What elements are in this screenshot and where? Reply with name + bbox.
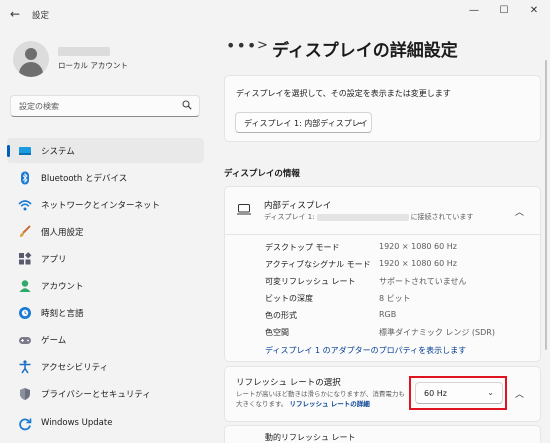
refresh-rate-description: レートが高いほど動きは滑らかになりますが、消費電力も大きくなります。 リフレッシ… <box>236 389 406 409</box>
sidebar-item-network[interactable]: ネットワークとインターネット <box>7 192 204 217</box>
property-value: 標準ダイナミック レンジ (SDR) <box>379 328 495 337</box>
display-info-heading: ディスプレイの情報 <box>224 169 300 179</box>
property-key: 可変リフレッシュ レート <box>265 277 356 286</box>
select-display-card: ディスプレイを選択して、その設定を表示または変更します ディスプレイ 1: 内部… <box>224 75 541 142</box>
sidebar-item-bluetooth[interactable]: Bluetooth とデバイス <box>7 165 204 190</box>
page-title: ディスプレイの詳細設定 <box>272 41 458 61</box>
search-input[interactable]: 設定の検索 <box>19 101 59 112</box>
sidebar-item-accounts[interactable]: アカウント <box>7 273 204 298</box>
avatar[interactable] <box>13 41 49 77</box>
sidebar-item-gaming[interactable]: ゲーム <box>7 327 204 352</box>
property-value: 1920 × 1080 60 Hz <box>379 259 457 268</box>
sidebar-item-personalization[interactable]: 個人用設定 <box>7 219 204 244</box>
property-key: ビットの深度 <box>265 294 313 303</box>
property-value: 1920 × 1080 60 Hz <box>379 242 457 251</box>
monitor-icon <box>237 204 251 215</box>
display-select-dropdown[interactable]: ディスプレイ 1: 内部ディスプレイ ⌄ <box>235 112 372 133</box>
sidebar-item-label: アプリ <box>41 255 67 265</box>
display-select-value: ディスプレイ 1: 内部ディスプレイ <box>244 119 368 128</box>
bluetooth-icon <box>21 171 29 185</box>
adapter-properties-link[interactable]: ディスプレイ 1 のアダプターのプロパティを表示します <box>265 345 466 356</box>
globe-icon <box>19 307 31 319</box>
wifi-icon <box>18 200 32 211</box>
sidebar-item-label: Windows Update <box>41 418 113 428</box>
maximize-button[interactable]: ☐ <box>494 4 514 18</box>
property-row: アクティブなシグナル モード 1920 × 1080 60 Hz <box>265 259 535 273</box>
sidebar-item-label: ゲーム <box>41 336 67 346</box>
sidebar-item-accessibility[interactable]: アクセシビリティ <box>7 354 204 379</box>
title-bar: ← 設定 — ☐ ✕ <box>0 0 550 30</box>
active-indicator <box>7 145 10 157</box>
connection-suffix: に接続されています <box>410 213 474 221</box>
sidebar-item-label: Bluetooth とデバイス <box>41 174 128 184</box>
shield-icon <box>20 388 30 400</box>
brush-icon <box>20 225 31 237</box>
adapter-name-redacted <box>316 213 409 221</box>
minimize-button[interactable]: — <box>464 4 484 18</box>
dynamic-refresh-card: 動的リフレッシュ レート <box>224 425 541 443</box>
chevron-up-icon[interactable]: ︿ <box>515 387 524 400</box>
user-name-redacted <box>58 47 110 56</box>
display-name: 内部ディスプレイ <box>264 201 332 211</box>
connection-prefix: ディスプレイ 1: <box>264 213 315 221</box>
account-type: ローカル アカウント <box>58 61 128 70</box>
sidebar-item-windows-update[interactable]: Windows Update <box>7 411 204 436</box>
system-icon <box>19 147 31 155</box>
property-key: 色空間 <box>265 328 289 337</box>
refresh-rate-title: リフレッシュ レートの選択 <box>236 378 341 388</box>
chevron-right-icon: > <box>257 38 268 53</box>
display-info-header[interactable]: 内部ディスプレイ ディスプレイ 1: に接続されています ︿ <box>225 187 540 235</box>
refresh-rate-detail-link[interactable]: リフレッシュ レートの詳細 <box>289 400 369 408</box>
avatar-head <box>25 48 37 60</box>
sidebar-item-label: プライバシーとセキュリティ <box>41 390 151 400</box>
close-button[interactable]: ✕ <box>524 4 544 18</box>
refresh-rate-highlight-box <box>409 376 507 410</box>
gamepad-icon <box>19 337 31 344</box>
search-box[interactable]: 設定の検索 <box>10 95 200 117</box>
property-row: 色の形式 RGB <box>265 310 535 324</box>
back-arrow-icon[interactable]: ← <box>8 7 22 21</box>
avatar-body <box>19 62 43 77</box>
property-row: 可変リフレッシュ レート サポートされていません <box>265 276 535 290</box>
apps-icon <box>19 252 32 265</box>
sidebar-item-label: ネットワークとインターネット <box>41 201 161 211</box>
property-value: RGB <box>379 310 397 319</box>
property-key: アクティブなシグナル モード <box>265 260 371 269</box>
display-connection: ディスプレイ 1: に接続されています <box>264 212 473 222</box>
property-key: 色の形式 <box>265 311 297 320</box>
property-row: 色空間 標準ダイナミック レンジ (SDR) <box>265 327 535 341</box>
property-value: 8 ビット <box>379 294 411 303</box>
property-row: デスクトップ モード 1920 × 1080 60 Hz <box>265 242 535 256</box>
sidebar-item-time-language[interactable]: 時刻と言語 <box>7 300 204 325</box>
sidebar-item-label: アクセシビリティ <box>41 363 109 373</box>
update-icon <box>19 418 32 431</box>
accessibility-icon <box>19 360 31 374</box>
dynamic-refresh-label: 動的リフレッシュ レート <box>265 433 356 442</box>
breadcrumb-overflow-button[interactable]: ••• <box>226 36 257 55</box>
account-icon <box>19 280 31 292</box>
property-row: ビットの深度 8 ビット <box>265 293 535 307</box>
search-icon[interactable] <box>182 100 192 110</box>
sidebar-item-label: システム <box>41 147 75 157</box>
sidebar-item-apps[interactable]: アプリ <box>7 246 204 271</box>
property-key: デスクトップ モード <box>265 243 340 252</box>
app-title: 設定 <box>32 11 50 21</box>
sidebar-item-label: アカウント <box>41 282 84 292</box>
select-display-description: ディスプレイを選択して、その設定を表示または変更します <box>236 89 451 98</box>
chevron-up-icon[interactable]: ︿ <box>515 205 524 218</box>
sidebar-item-label: 時刻と言語 <box>41 309 84 319</box>
scrollbar[interactable] <box>545 60 547 350</box>
property-value: サポートされていません <box>379 277 467 286</box>
display-info-card: 内部ディスプレイ ディスプレイ 1: に接続されています ︿ デスクトップ モード… <box>224 186 541 362</box>
sidebar-item-system[interactable]: システム <box>7 138 204 163</box>
chevron-down-icon: ⌄ <box>356 117 363 126</box>
sidebar-item-label: 個人用設定 <box>41 228 84 238</box>
sidebar-item-privacy-security[interactable]: プライバシーとセキュリティ <box>7 381 204 406</box>
